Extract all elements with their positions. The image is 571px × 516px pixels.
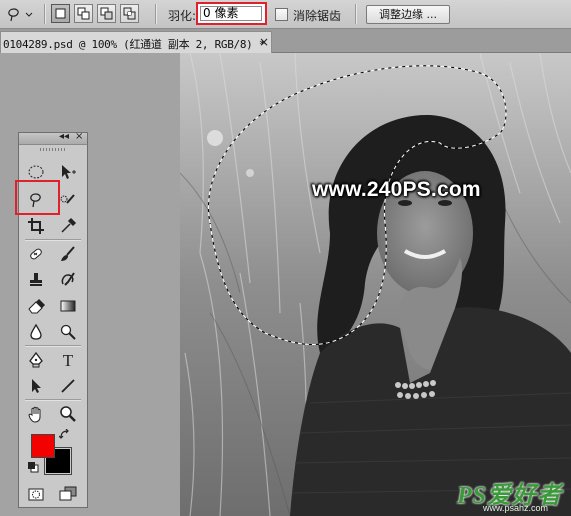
add-to-selection-button[interactable] — [74, 4, 93, 23]
gradient-tool[interactable] — [57, 295, 79, 317]
pen-tool[interactable] — [25, 349, 47, 371]
document-tab-strip: 0104289.psd @ 100% (红通道 副本 2, RGB/8) * × — [0, 29, 571, 53]
hand-tool[interactable] — [25, 403, 47, 425]
lasso-preset-icon[interactable] — [4, 4, 34, 24]
feather-label: 羽化: — [168, 9, 197, 23]
close-icon[interactable]: × — [259, 35, 269, 49]
foreground-color-swatch[interactable] — [31, 434, 55, 458]
document-image[interactable] — [180, 53, 571, 516]
swap-colors-icon[interactable] — [59, 429, 73, 443]
zoom-tool[interactable] — [57, 403, 79, 425]
crop-tool[interactable] — [25, 215, 47, 237]
default-colors-icon[interactable] — [27, 461, 41, 475]
quick-mask-icon[interactable] — [25, 483, 47, 505]
feather-input[interactable]: 0 像素 — [200, 6, 262, 21]
collapse-icon[interactable]: ◂◂ — [59, 131, 69, 142]
healing-brush-tool[interactable] — [25, 243, 47, 265]
document-tab-title: 0104289.psd @ 100% (红通道 副本 2, RGB/8) * — [3, 38, 266, 51]
quick-selection-tool[interactable] — [57, 189, 79, 211]
tool-divider — [25, 239, 81, 240]
separator — [355, 4, 356, 24]
options-bar: 羽化: 0 像素 消除锯齿 调整边缘 ... — [0, 0, 571, 29]
antialias-label: 消除锯齿 — [293, 9, 342, 23]
eyedropper-tool[interactable] — [57, 215, 79, 237]
type-tool[interactable]: T — [57, 349, 79, 371]
tool-divider — [25, 399, 81, 400]
move-tool[interactable] — [57, 161, 79, 183]
intersect-selection-button[interactable] — [120, 4, 139, 23]
new-selection-button[interactable] — [51, 4, 70, 23]
clone-stamp-tool[interactable] — [25, 269, 47, 291]
type-tool-glyph: T — [63, 351, 74, 369]
close-icon[interactable]: × — [75, 131, 83, 142]
subtract-from-selection-button[interactable] — [97, 4, 116, 23]
dodge-tool[interactable] — [57, 321, 79, 343]
eraser-tool[interactable] — [25, 295, 47, 317]
screen-mode-icon[interactable] — [57, 483, 79, 505]
feather-highlight: 0 像素 — [196, 2, 267, 25]
separator — [44, 4, 45, 24]
separator — [155, 4, 156, 24]
watermark-text: www.240PS.com — [312, 178, 481, 201]
logo-url: www.psahz.com — [483, 503, 549, 513]
document-tab[interactable]: 0104289.psd @ 100% (红通道 副本 2, RGB/8) * × — [0, 31, 272, 53]
refine-edge-button[interactable]: 调整边缘 ... — [366, 5, 450, 24]
path-selection-tool[interactable] — [25, 375, 47, 397]
tools-panel-titlebar[interactable]: ◂◂ × — [19, 131, 87, 145]
blur-tool[interactable] — [25, 321, 47, 343]
line-tool[interactable] — [57, 375, 79, 397]
brush-tool[interactable] — [57, 243, 79, 265]
panel-grip[interactable] — [40, 148, 66, 151]
active-tool-highlight — [15, 180, 60, 215]
tool-divider — [25, 345, 81, 346]
antialias-checkbox[interactable] — [275, 8, 288, 21]
site-logo: PS爱好者 www.psahz.com — [457, 475, 562, 513]
tools-panel: ◂◂ × T — [15, 131, 88, 508]
history-brush-tool[interactable] — [57, 269, 79, 291]
